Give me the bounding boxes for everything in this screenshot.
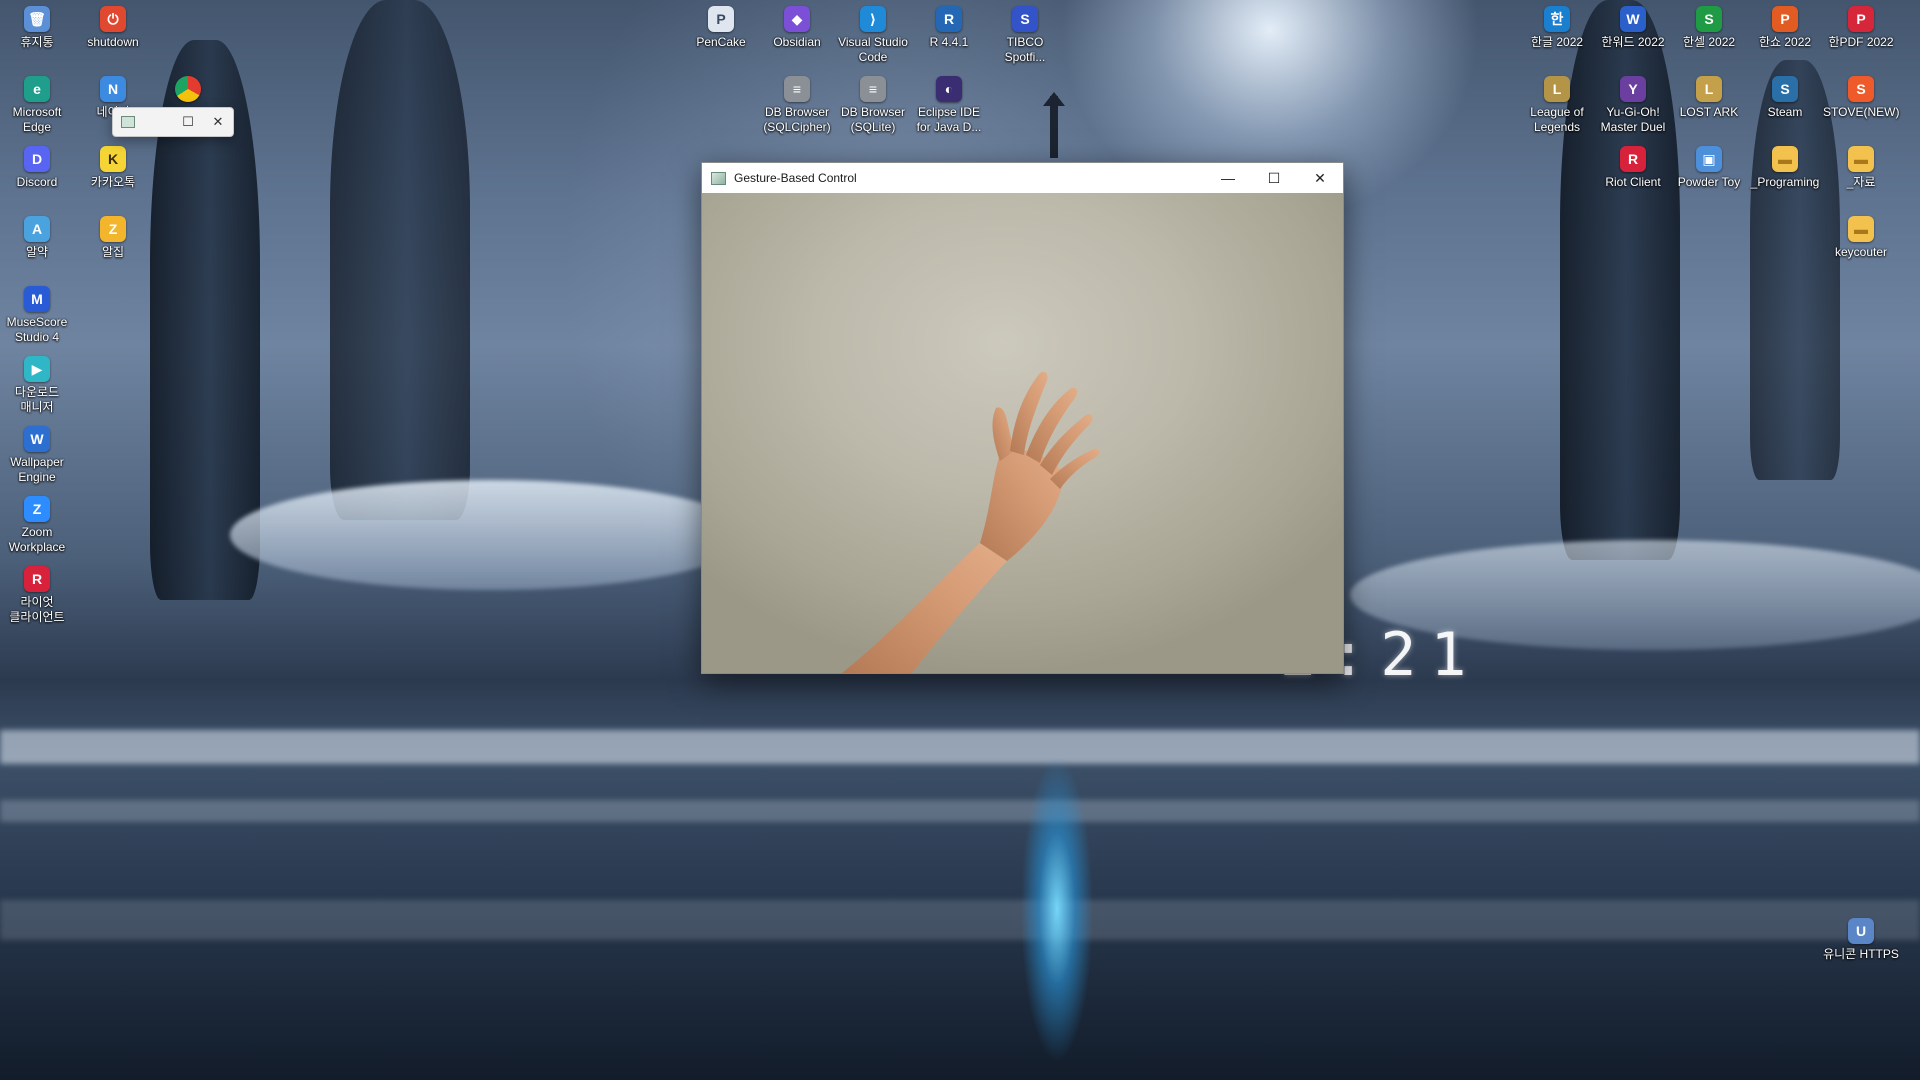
lost-ark-icon: L bbox=[1696, 76, 1722, 102]
desktop-icon-programing-folder[interactable]: ▬ _Programing bbox=[1747, 146, 1823, 190]
hanpdf-icon: P bbox=[1848, 6, 1874, 32]
desktop-icon-musescore[interactable]: M MuseScore Studio 4 bbox=[0, 286, 75, 345]
maximize-button[interactable]: ☐ bbox=[173, 114, 203, 130]
hangul-icon: 한 bbox=[1544, 6, 1570, 32]
wallpaper-sword bbox=[1043, 92, 1065, 158]
desktop-icon-riot-client-kr[interactable]: R 라이엇 클라이언트 bbox=[0, 566, 75, 625]
powder-toy-icon: ▣ bbox=[1696, 146, 1722, 172]
database-icon: ≡ bbox=[860, 76, 886, 102]
wallpaper-water bbox=[0, 900, 1920, 940]
unicorn-https-icon: U bbox=[1848, 918, 1874, 944]
wallpaper-snow bbox=[230, 480, 750, 590]
wallpaper-water bbox=[0, 730, 1920, 764]
desktop-icon-lost-ark[interactable]: L LOST ARK bbox=[1671, 76, 1747, 120]
chrome-icon bbox=[175, 76, 201, 102]
folder-icon: ▬ bbox=[1848, 216, 1874, 242]
desktop-icon-alyac[interactable]: A 알약 bbox=[0, 216, 75, 260]
window-title: Gesture-Based Control bbox=[734, 171, 857, 185]
wallpaper-engine-icon: W bbox=[24, 426, 50, 452]
desktop-icon-alzip[interactable]: Z 알집 bbox=[75, 216, 151, 260]
r-language-icon: R bbox=[936, 6, 962, 32]
window-app-icon bbox=[711, 171, 726, 185]
yugioh-icon: Y bbox=[1620, 76, 1646, 102]
close-button[interactable]: ✕ bbox=[203, 114, 233, 130]
musescore-icon: M bbox=[24, 286, 50, 312]
hancell-icon: S bbox=[1696, 6, 1722, 32]
desktop-icon-edge[interactable]: e Microsoft Edge bbox=[0, 76, 75, 135]
zoom-icon: Z bbox=[24, 496, 50, 522]
pencake-icon: P bbox=[708, 6, 734, 32]
close-button[interactable]: ✕ bbox=[1297, 163, 1343, 193]
desktop-icon-wallpaper-engine[interactable]: W Wallpaper Engine bbox=[0, 426, 75, 485]
naver-icon: N bbox=[100, 76, 126, 102]
riot-client-icon: R bbox=[24, 566, 50, 592]
gesture-control-window: Gesture-Based Control — ☐ ✕ bbox=[701, 162, 1344, 674]
desktop-icon-powder-toy[interactable]: ▣ Powder Toy bbox=[1671, 146, 1747, 190]
wallpaper-tree bbox=[1750, 60, 1840, 480]
steam-icon: S bbox=[1772, 76, 1798, 102]
desktop-icon-db-browser-sqlite[interactable]: ≡ DB Browser (SQLite) bbox=[835, 76, 911, 135]
raised-hand-image bbox=[842, 371, 1100, 673]
desktop-icon-yugioh[interactable]: Y Yu-Gi-Oh! Master Duel bbox=[1595, 76, 1671, 135]
desktop-icon-discord[interactable]: D Discord bbox=[0, 146, 75, 190]
alzip-icon: Z bbox=[100, 216, 126, 242]
desktop-icon-tibco-spotfire[interactable]: S TIBCO Spotfi... bbox=[987, 6, 1063, 65]
download-manager-icon: ▶ bbox=[24, 356, 50, 382]
maximize-button[interactable]: ☐ bbox=[1251, 163, 1297, 193]
window-titlebar[interactable]: Gesture-Based Control — ☐ ✕ bbox=[702, 163, 1343, 193]
desktop-icon-stove[interactable]: S STOVE(NEW) bbox=[1823, 76, 1899, 120]
desktop-icon-steam[interactable]: S Steam bbox=[1747, 76, 1823, 120]
kakaotalk-icon: K bbox=[100, 146, 126, 172]
desktop-icon-r[interactable]: R R 4.4.1 bbox=[911, 6, 987, 50]
desktop-icon-vscode[interactable]: ⟩ Visual Studio Code bbox=[835, 6, 911, 65]
edge-icon: e bbox=[24, 76, 50, 102]
desktop-icon-shutdown[interactable]: ⏻ shutdown bbox=[75, 6, 151, 50]
wallpaper-glow bbox=[1012, 700, 1102, 1080]
wallpaper-tree bbox=[330, 0, 470, 520]
desktop-icon-riot-client[interactable]: R Riot Client bbox=[1595, 146, 1671, 190]
desktop-icon-league-of-legends[interactable]: L League of Legends bbox=[1519, 76, 1595, 135]
stove-icon: S bbox=[1848, 76, 1874, 102]
discord-icon: D bbox=[24, 146, 50, 172]
desktop-icon-db-browser-sqlcipher[interactable]: ≡ DB Browser (SQLCipher) bbox=[759, 76, 835, 135]
league-of-legends-icon: L bbox=[1544, 76, 1570, 102]
power-icon: ⏻ bbox=[100, 6, 126, 32]
window-app-icon bbox=[121, 116, 135, 128]
desktop-icon-keycouter-folder[interactable]: ▬ keycouter bbox=[1823, 216, 1899, 260]
wallpaper-water bbox=[0, 800, 1920, 822]
desktop-icon-obsidian[interactable]: ◆ Obsidian bbox=[759, 6, 835, 50]
desktop-icon-hangul[interactable]: 한 한글 2022 bbox=[1519, 6, 1595, 50]
desktop-icon-eclipse[interactable]: ◐ Eclipse IDE for Java D... bbox=[911, 76, 987, 135]
alyac-icon: A bbox=[24, 216, 50, 242]
folder-icon: ▬ bbox=[1772, 146, 1798, 172]
desktop-icon-hanpdf[interactable]: P 한PDF 2022 bbox=[1823, 6, 1899, 50]
recycle-bin-icon: 🗑 bbox=[24, 6, 50, 32]
desktop-icon-recycle-bin[interactable]: 🗑 휴지통 bbox=[0, 6, 75, 50]
desktop-icon-download-manager[interactable]: ▶ 다운로드 매니저 bbox=[0, 356, 75, 415]
hanshow-icon: P bbox=[1772, 6, 1798, 32]
desktop-icon-pencake[interactable]: P PenCake bbox=[683, 6, 759, 50]
camera-feed bbox=[702, 193, 1343, 673]
vscode-icon: ⟩ bbox=[860, 6, 886, 32]
spotfire-icon: S bbox=[1012, 6, 1038, 32]
riot-client-icon: R bbox=[1620, 146, 1646, 172]
desktop-icon-hancell[interactable]: S 한셀 2022 bbox=[1671, 6, 1747, 50]
obsidian-icon: ◆ bbox=[784, 6, 810, 32]
desktop-icon-zoom[interactable]: Z Zoom Workplace bbox=[0, 496, 75, 555]
eclipse-icon: ◐ bbox=[936, 76, 962, 102]
desktop-icon-hanshow[interactable]: P 한쇼 2022 bbox=[1747, 6, 1823, 50]
hanword-icon: W bbox=[1620, 6, 1646, 32]
folder-icon: ▬ bbox=[1848, 146, 1874, 172]
desktop-icon-hanword[interactable]: W 한워드 2022 bbox=[1595, 6, 1671, 50]
desktop-icon-unicorn-https[interactable]: U 유니콘 HTTPS bbox=[1823, 918, 1899, 962]
desktop-icon-kakaotalk[interactable]: K 카카오톡 bbox=[75, 146, 151, 190]
minimized-window[interactable]: ☐ ✕ bbox=[112, 107, 234, 137]
database-icon: ≡ bbox=[784, 76, 810, 102]
minimize-button[interactable]: — bbox=[1205, 163, 1251, 193]
desktop-icon-jaryo-folder[interactable]: ▬ _자료 bbox=[1823, 146, 1899, 190]
desktop-icon-chrome[interactable] bbox=[150, 76, 226, 105]
